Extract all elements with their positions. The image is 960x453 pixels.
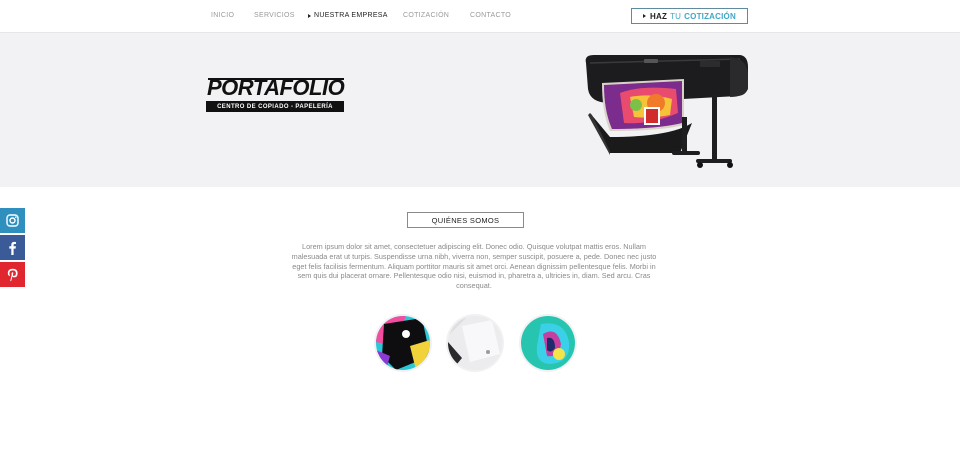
nav-item-contacto[interactable]: CONTACTO bbox=[470, 12, 511, 19]
quote-button-label-1: HAZ bbox=[650, 11, 668, 21]
instagram-icon bbox=[6, 214, 19, 227]
paper-stack-thumbnail[interactable] bbox=[448, 316, 502, 370]
logo-subtitle: CENTRO DE COPIADO - PAPELERÍA bbox=[206, 101, 344, 112]
abstract-art-thumbnail[interactable] bbox=[521, 316, 575, 370]
quote-button-label-2: TU bbox=[670, 11, 682, 21]
facebook-icon bbox=[9, 241, 16, 255]
nav-item-cotizacion[interactable]: COTIZACIÓN bbox=[403, 12, 449, 19]
play-arrow-icon bbox=[643, 14, 647, 18]
nav-item-servicios[interactable]: SERVICIOS bbox=[254, 12, 295, 19]
portafolio-logo[interactable]: PORTAFOLIO CENTRO DE COPIADO - PAPELERÍA bbox=[206, 75, 345, 113]
instagram-button[interactable] bbox=[0, 208, 25, 233]
printer-image bbox=[585, 55, 748, 168]
pinterest-icon bbox=[7, 268, 18, 281]
about-paragraph: Lorem ipsum dolor sit amet, consectetuer… bbox=[291, 242, 657, 291]
logo-title: PORTAFOLIO bbox=[207, 75, 345, 100]
nav-item-inicio[interactable]: INICIO bbox=[211, 12, 234, 19]
facebook-button[interactable] bbox=[0, 235, 25, 260]
print-sample-thumbnail[interactable] bbox=[376, 316, 430, 370]
quote-button[interactable]: HAZ TU COTIZACIÓN bbox=[631, 8, 748, 24]
hero-banner: PORTAFOLIO CENTRO DE COPIADO - PAPELERÍA bbox=[0, 33, 960, 187]
pinterest-button[interactable] bbox=[0, 262, 25, 287]
nav-item-nuestra-empresa[interactable]: NUESTRA EMPRESA bbox=[308, 12, 388, 19]
quote-button-label-3: COTIZACIÓN bbox=[684, 11, 736, 21]
top-navbar: INICIO SERVICIOS NUESTRA EMPRESA COTIZAC… bbox=[0, 0, 960, 33]
quienes-somos-button[interactable]: QUIÉNES SOMOS bbox=[407, 212, 524, 228]
